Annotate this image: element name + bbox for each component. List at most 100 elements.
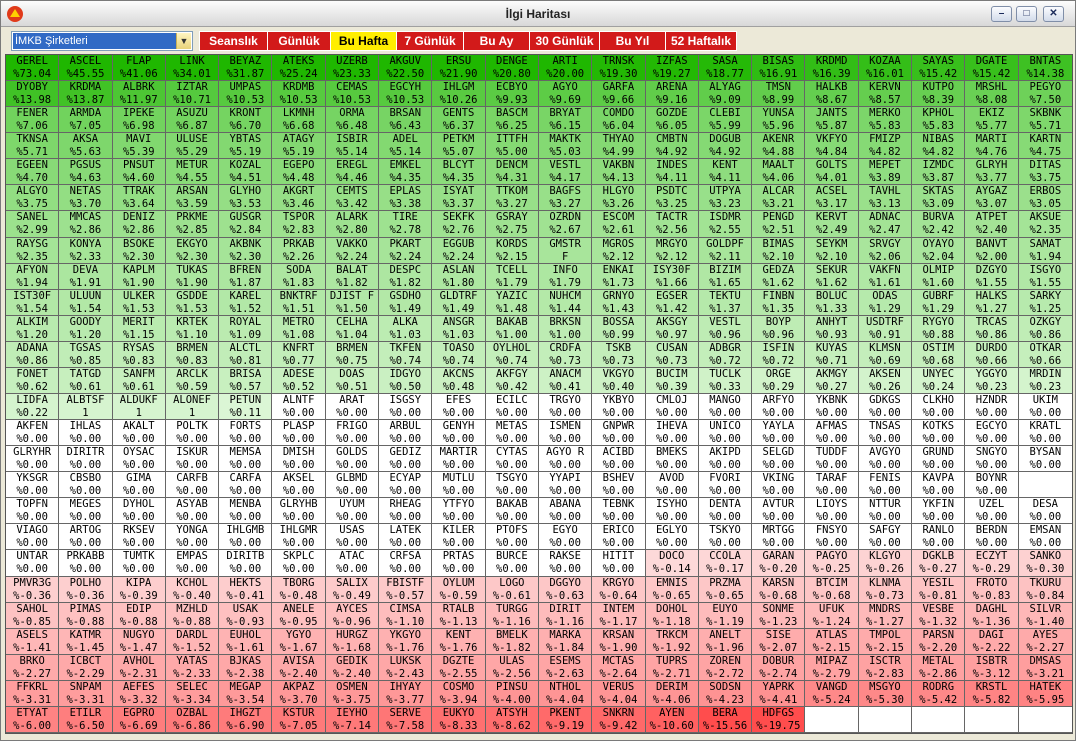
heatmap-cell[interactable]: TIRE %2.78 — [379, 211, 433, 238]
heatmap-cell[interactable]: KRGYO %-0.64 — [592, 576, 646, 603]
heatmap-cell[interactable]: DITAS %3.75 — [1018, 159, 1072, 186]
heatmap-cell[interactable]: DURDO %0.66 — [965, 341, 1019, 368]
heatmap-cell[interactable]: ORMA %6.48 — [325, 107, 380, 134]
heatmap-cell[interactable]: METAL %-2.86 — [912, 654, 966, 681]
heatmap-cell[interactable]: SALIX %-0.49 — [325, 576, 380, 603]
heatmap-cell[interactable]: AKGRT %3.46 — [272, 185, 326, 212]
heatmap-cell[interactable]: CBSBO %0.00 — [59, 472, 113, 499]
heatmap-cell[interactable]: TRKCM %-1.92 — [645, 628, 699, 655]
heatmap-cell[interactable]: YGGYO %0.23 — [965, 367, 1019, 394]
heatmap-cell[interactable]: UFUK %-1.24 — [805, 602, 859, 629]
heatmap-cell[interactable]: AGYO R %0.00 — [538, 446, 593, 473]
heatmap-cell[interactable]: GRNYO %1.43 — [592, 289, 646, 316]
heatmap-cell[interactable]: GOLTS %4.01 — [805, 159, 859, 186]
heatmap-cell[interactable]: PAGYO %-0.25 — [805, 550, 859, 577]
heatmap-cell[interactable]: DMISH %0.00 — [272, 446, 326, 473]
heatmap-cell[interactable]: BIMAS %2.10 — [752, 237, 806, 264]
heatmap-cell[interactable]: AFYON %1.94 — [6, 263, 60, 290]
tab-period[interactable]: Günlük — [267, 31, 330, 51]
heatmap-cell[interactable]: AKCNS %0.48 — [432, 367, 486, 394]
heatmap-cell[interactable]: USDTRF %0.91 — [858, 315, 913, 342]
heatmap-cell[interactable]: DIRIT %-1.16 — [538, 602, 593, 629]
heatmap-cell[interactable]: FVORI %0.00 — [698, 472, 753, 499]
heatmap-cell[interactable]: KLNMA %-0.73 — [858, 576, 913, 603]
heatmap-cell[interactable]: ALKIM %1.20 — [6, 315, 60, 342]
heatmap-cell[interactable]: GLBMD %0.00 — [325, 472, 380, 499]
heatmap-cell[interactable]: ADBGR %0.72 — [698, 341, 753, 368]
heatmap-cell[interactable]: AYEN %-10.60 — [645, 706, 699, 733]
heatmap-cell[interactable]: CARFA %0.00 — [219, 472, 273, 499]
heatmap-cell[interactable]: DENCM %4.31 — [485, 159, 539, 186]
heatmap-cell[interactable]: PMVR3G %-0.36 — [6, 576, 60, 603]
heatmap-cell[interactable]: ULUSE %5.29 — [165, 133, 220, 160]
tab-period[interactable]: Seanslık — [199, 31, 267, 51]
heatmap-cell[interactable]: GOLDPF %2.11 — [698, 237, 753, 264]
heatmap-cell[interactable]: MERIT %1.15 — [112, 315, 166, 342]
heatmap-cell[interactable]: BFREN %1.87 — [219, 263, 273, 290]
heatmap-cell[interactable]: KAVPA %0.00 — [912, 472, 966, 499]
heatmap-cell[interactable]: DAGHL %-1.36 — [965, 602, 1019, 629]
heatmap-cell[interactable]: SASA %18.77 — [698, 55, 753, 82]
heatmap-cell[interactable]: POLHO %-0.36 — [59, 576, 113, 603]
heatmap-cell[interactable]: EREGL %4.46 — [325, 159, 380, 186]
heatmap-cell[interactable]: DGATE %15.42 — [965, 55, 1019, 82]
heatmap-cell[interactable]: GEDIZ %0.00 — [379, 446, 433, 473]
heatmap-cell[interactable]: YKFIN %0.00 — [912, 498, 966, 525]
heatmap-cell[interactable]: MEGAP %-3.54 — [219, 680, 273, 707]
heatmap-cell[interactable]: DERIM %-4.06 — [645, 680, 699, 707]
heatmap-cell[interactable]: ALGYO %3.75 — [6, 185, 60, 212]
heatmap-cell[interactable]: BERA %-15.56 — [698, 706, 753, 733]
heatmap-cell[interactable]: ULAS %-2.56 — [485, 654, 539, 681]
heatmap-cell[interactable]: VESTL %0.96 — [698, 315, 753, 342]
heatmap-cell[interactable]: BERDN %0.00 — [965, 524, 1019, 551]
heatmap-cell[interactable]: PRKAB %2.26 — [272, 237, 326, 264]
heatmap-cell[interactable]: ANELT %-1.96 — [698, 628, 753, 655]
heatmap-cell[interactable]: ANELE %-0.95 — [272, 602, 326, 629]
heatmap-cell[interactable]: UMPAS %10.53 — [219, 81, 273, 108]
heatmap-cell[interactable]: AFMAS %0.00 — [805, 420, 859, 447]
heatmap-cell[interactable]: TSPOR %2.83 — [272, 211, 326, 238]
heatmap-cell[interactable]: GOLDS %0.00 — [325, 446, 380, 473]
heatmap-cell[interactable]: GARFA %9.66 — [592, 81, 646, 108]
heatmap-cell[interactable]: AKENR %4.88 — [752, 133, 806, 160]
heatmap-cell[interactable]: VESBE %-1.32 — [912, 602, 966, 629]
heatmap-cell[interactable]: AKALT %0.00 — [112, 420, 166, 447]
heatmap-cell[interactable]: BRYAT %6.15 — [538, 107, 593, 134]
heatmap-cell[interactable]: BURVA %2.42 — [912, 211, 966, 238]
heatmap-cell[interactable]: YKBYO %0.00 — [592, 394, 646, 421]
heatmap-cell[interactable]: BOSSA %0.99 — [592, 315, 646, 342]
heatmap-cell[interactable]: ARFYO %0.00 — [752, 394, 806, 421]
heatmap-cell[interactable]: MEPET %3.89 — [858, 159, 913, 186]
heatmap-cell[interactable]: ISBTR %-3.12 — [965, 654, 1019, 681]
heatmap-cell[interactable]: VIAGO %0.00 — [6, 524, 60, 551]
heatmap-cell[interactable]: SERVE %-7.58 — [379, 706, 433, 733]
heatmap-cell[interactable]: ESEMS %-2.63 — [538, 654, 593, 681]
heatmap-cell[interactable]: KLGYO %-0.26 — [858, 550, 913, 577]
heatmap-cell[interactable]: ATAGY %5.19 — [272, 133, 326, 160]
heatmap-cell[interactable]: AVISA %-2.40 — [272, 654, 326, 681]
heatmap-cell[interactable]: DENIZ %2.86 — [112, 211, 166, 238]
heatmap-cell[interactable]: YYAPI %0.00 — [538, 472, 593, 499]
heatmap-cell[interactable]: IZFAS %19.27 — [645, 55, 699, 82]
heatmap-cell[interactable]: TSGYO %0.00 — [485, 472, 539, 499]
heatmap-cell[interactable]: AKPAZ %-3.70 — [272, 680, 326, 707]
heatmap-cell[interactable]: EGPRO %-6.69 — [112, 706, 166, 733]
heatmap-cell[interactable]: ALCAR %3.21 — [752, 185, 806, 212]
heatmap-cell[interactable]: KAPLM %1.90 — [112, 263, 166, 290]
heatmap-cell[interactable]: YESIL %-0.81 — [912, 576, 966, 603]
heatmap-cell[interactable]: BTCIM %-0.68 — [805, 576, 859, 603]
heatmap-cell[interactable]: MCTAS %-2.64 — [592, 654, 646, 681]
heatmap-cell[interactable]: TSKYO %0.00 — [698, 524, 753, 551]
heatmap-cell[interactable] — [1018, 706, 1072, 733]
heatmap-cell[interactable]: OYSAC %0.00 — [112, 446, 166, 473]
heatmap-cell[interactable]: ALCTL %0.81 — [219, 341, 273, 368]
heatmap-cell[interactable]: IHEVA %0.00 — [645, 420, 699, 447]
heatmap-cell[interactable]: VKFYO %4.84 — [805, 133, 859, 160]
heatmap-cell[interactable]: AKIPD %0.00 — [698, 446, 753, 473]
heatmap-cell[interactable]: GSRAY %2.75 — [485, 211, 539, 238]
heatmap-cell[interactable]: RAKSE %0.00 — [538, 550, 593, 577]
heatmap-cell[interactable]: OSMEN %-3.75 — [325, 680, 380, 707]
heatmap-cell[interactable]: SAMAT %1.94 — [1018, 237, 1072, 264]
heatmap-cell[interactable]: HEKTS %-0.41 — [219, 576, 273, 603]
heatmap-cell[interactable]: EDIP %-0.88 — [112, 602, 166, 629]
